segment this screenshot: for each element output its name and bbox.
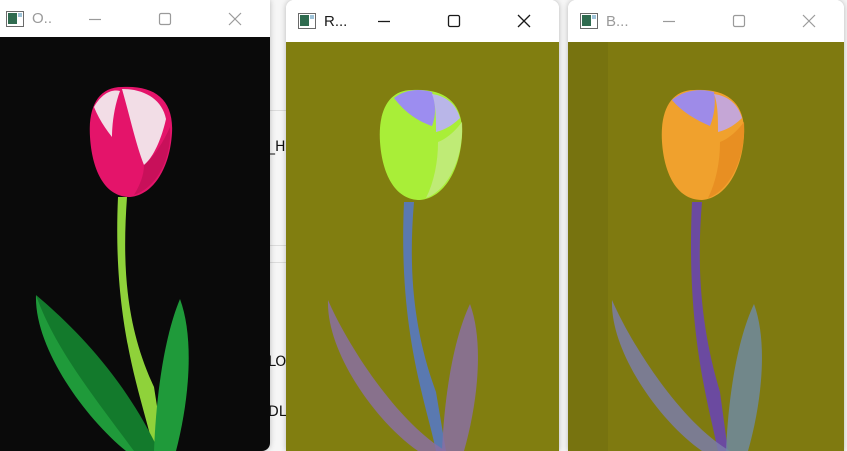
background-text: LO xyxy=(268,354,287,370)
window-title: B... xyxy=(606,12,629,30)
minimize-icon xyxy=(378,20,390,23)
minimize-button[interactable] xyxy=(60,0,130,37)
tulip-image xyxy=(568,42,844,451)
image-window-red-channel[interactable]: R... xyxy=(286,0,559,451)
window-title: R... xyxy=(324,12,348,30)
window-title: O.. xyxy=(32,10,53,27)
close-icon xyxy=(802,14,816,28)
image-window-original[interactable]: O.. xyxy=(0,0,270,451)
maximize-icon xyxy=(447,14,461,28)
maximize-button[interactable] xyxy=(704,0,774,42)
close-button[interactable] xyxy=(200,0,270,37)
window-app-icon xyxy=(580,13,598,29)
maximize-button[interactable] xyxy=(419,0,489,42)
close-icon xyxy=(517,14,531,28)
tulip-image xyxy=(286,42,559,451)
window-app-icon xyxy=(298,13,316,29)
minimize-button[interactable] xyxy=(634,0,704,42)
window-titlebar[interactable]: O.. xyxy=(0,0,270,37)
image-canvas xyxy=(568,42,844,451)
image-canvas xyxy=(286,42,559,451)
maximize-icon xyxy=(732,14,746,28)
minimize-icon xyxy=(89,18,101,20)
close-icon xyxy=(228,12,242,25)
close-button[interactable] xyxy=(774,0,844,42)
window-app-icon xyxy=(6,10,24,27)
minimize-icon xyxy=(663,20,675,23)
tulip-image xyxy=(0,37,270,451)
window-titlebar[interactable]: R... xyxy=(286,0,559,42)
close-button[interactable] xyxy=(489,0,559,42)
image-canvas xyxy=(0,37,270,451)
minimize-button[interactable] xyxy=(349,0,419,42)
background-text: DL xyxy=(268,404,287,420)
background-text: _H xyxy=(268,139,286,155)
maximize-icon xyxy=(158,12,172,25)
image-window-blue-channel[interactable]: B... xyxy=(568,0,844,451)
maximize-button[interactable] xyxy=(130,0,200,37)
window-titlebar[interactable]: B... xyxy=(568,0,844,42)
